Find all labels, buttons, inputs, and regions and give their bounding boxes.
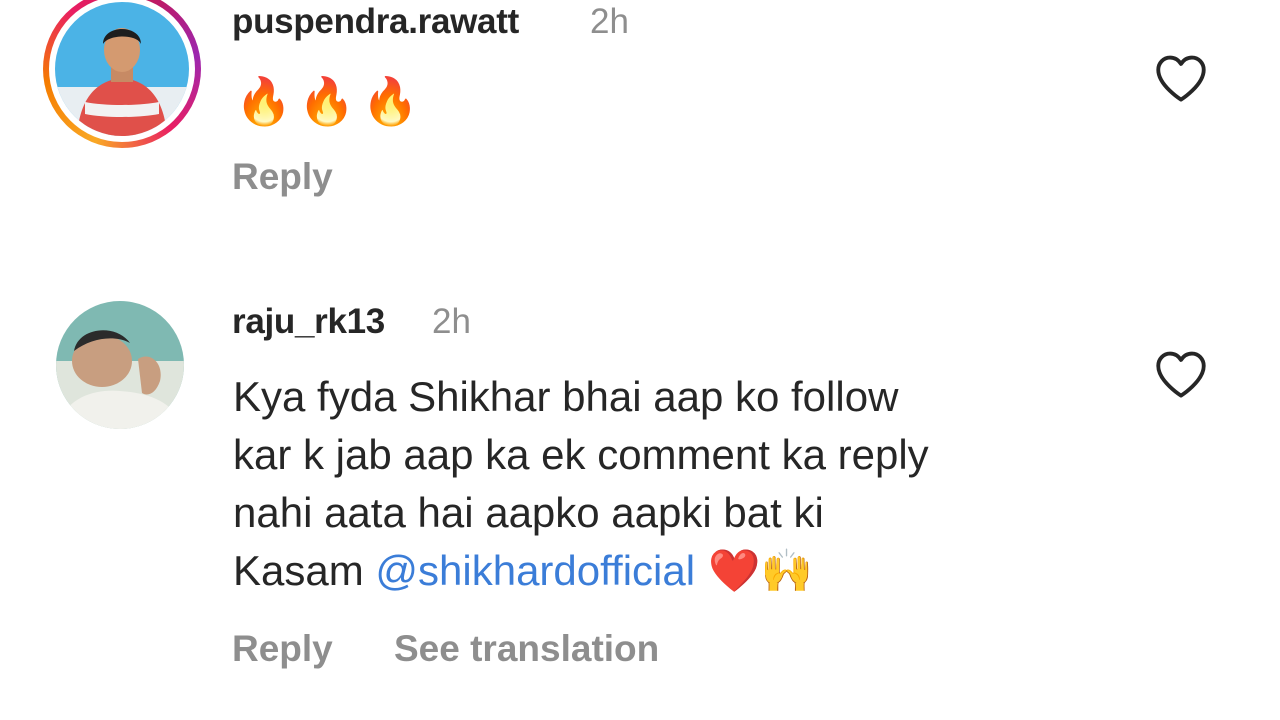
reply-button[interactable]: Reply xyxy=(232,156,333,198)
avatar[interactable] xyxy=(56,301,184,429)
comment-username[interactable]: puspendra.rawatt xyxy=(232,2,519,42)
comment-text-line: Kya fyda Shikhar bhai aap ko follow xyxy=(233,373,899,420)
comment-text-line: Kasam @shikhardofficial ❤️🙌 xyxy=(233,542,1133,600)
reply-button[interactable]: Reply xyxy=(232,628,333,670)
comment-item: puspendra.rawatt 2h 🔥🔥🔥 Reply xyxy=(0,0,1280,250)
comment-text-segment: Kasam xyxy=(233,547,376,594)
avatar-story-ring[interactable] xyxy=(43,0,201,148)
avatar xyxy=(55,2,189,136)
comment-item: raju_rk13 2h Kya fyda Shikhar bhai aap k… xyxy=(0,290,1280,710)
see-translation-button[interactable]: See translation xyxy=(394,628,659,670)
comment-text-line: nahi aata hai aapko aapki bat ki xyxy=(233,489,824,536)
mention-link[interactable]: @shikhardofficial xyxy=(375,547,695,594)
comment-text-line: kar k jab aap ka ek comment ka reply xyxy=(233,431,929,478)
heart-outline-icon[interactable] xyxy=(1153,53,1209,103)
comment-timestamp: 2h xyxy=(590,2,629,41)
emoji-text: ❤️🙌 xyxy=(695,546,814,595)
avatar-image xyxy=(56,301,184,429)
comment-timestamp: 2h xyxy=(432,302,471,341)
avatar-border xyxy=(49,0,195,142)
heart-outline-icon[interactable] xyxy=(1153,349,1209,399)
comment-text: 🔥🔥🔥 xyxy=(235,74,425,128)
comment-text: Kya fyda Shikhar bhai aap ko follow kar … xyxy=(233,368,1133,600)
comment-username[interactable]: raju_rk13 xyxy=(232,302,385,342)
avatar-image xyxy=(55,2,189,136)
